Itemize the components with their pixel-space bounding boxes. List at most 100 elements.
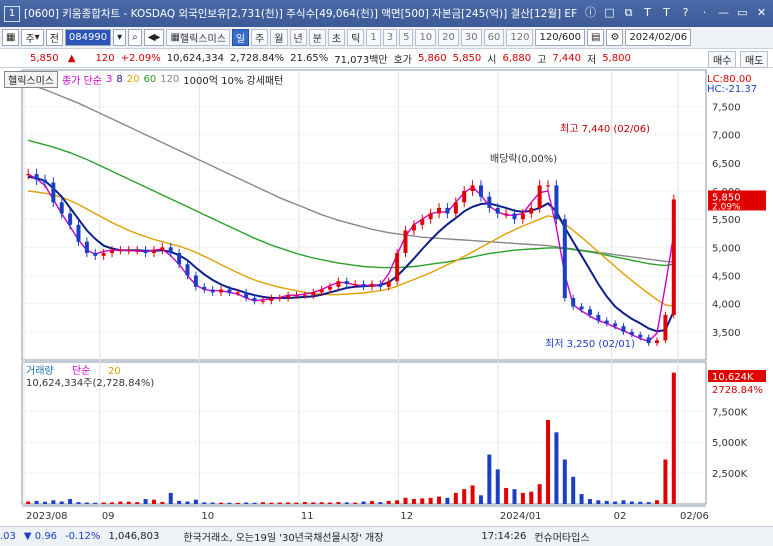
- candle-body: [554, 185, 559, 220]
- candle-body: [462, 191, 467, 203]
- grid-icon[interactable]: ▦: [2, 29, 20, 46]
- volume-bar: [546, 419, 551, 504]
- minimize-icon[interactable]: —: [716, 5, 731, 20]
- volume-legend-type: 단순: [72, 365, 90, 377]
- interval-1-button[interactable]: 1: [366, 29, 381, 46]
- app-number-badge[interactable]: 1: [4, 5, 20, 22]
- price-chart[interactable]: 3,5004,0004,5005,0005,5006,0006,5007,000…: [0, 68, 773, 526]
- interval-120-button[interactable]: 120: [506, 29, 534, 46]
- interval-60-button[interactable]: 60: [483, 29, 505, 46]
- candle-body: [395, 252, 400, 282]
- company-name: 컨슈머타입스: [534, 533, 590, 544]
- candle-body: [411, 224, 416, 231]
- legend-ma-120[interactable]: 120: [160, 74, 179, 85]
- legend-ma-3[interactable]: 3: [106, 74, 112, 85]
- candle-body: [185, 264, 190, 276]
- price-tick-label: 4,000: [712, 300, 741, 311]
- candle-body: [110, 250, 115, 253]
- x-tick-label: 10: [201, 511, 214, 522]
- ask-price-2: 5,850: [452, 52, 482, 64]
- volume-bar: [478, 495, 483, 504]
- volume-bar: [395, 500, 400, 504]
- candle-body: [571, 298, 576, 307]
- price-tick-label: 7,500: [712, 103, 741, 114]
- legend-ma-8[interactable]: 8: [116, 74, 122, 85]
- calendar-icon[interactable]: ▤: [587, 29, 605, 46]
- sell-button[interactable]: 매도: [740, 51, 769, 68]
- window-title: [0600] 키움종합차트 - KOSDAQ 외국인보유[2,731(천)] 주…: [24, 8, 578, 20]
- period-day-button[interactable]: 일: [231, 29, 250, 46]
- volume-bar: [629, 501, 634, 504]
- volume-bar: [227, 502, 232, 504]
- volume-bar: [562, 459, 567, 504]
- code-dropdown-icon[interactable]: ▾: [113, 29, 127, 46]
- screen-icon[interactable]: □: [602, 5, 617, 20]
- market-select[interactable]: 주 ▾: [21, 29, 44, 46]
- font-icon[interactable]: T: [659, 5, 674, 20]
- candle-body: [378, 283, 383, 287]
- hc-label: HC:-21.37: [707, 84, 757, 95]
- window-controls: ⓘ □ ⧉ T T ? · — ▭ ✕: [583, 5, 769, 20]
- legend-ma-60[interactable]: 60: [143, 74, 156, 85]
- price-change-pct: +2.09%: [120, 52, 161, 64]
- volume-bar: [110, 502, 115, 504]
- interval-3-button[interactable]: 3: [382, 29, 398, 46]
- text-icon[interactable]: T: [640, 5, 655, 20]
- volume-current-pct: 2728.84%: [712, 385, 763, 396]
- volume-bar: [663, 459, 668, 504]
- stock-code-input[interactable]: 084990: [64, 29, 112, 46]
- candle-body: [529, 207, 534, 214]
- news-ticker[interactable]: 한국거래소, 오는19일 '30년국채선물시장' 개장: [183, 529, 383, 544]
- settings-icon[interactable]: ⚙: [606, 29, 624, 46]
- period-tick-button[interactable]: 틱: [347, 29, 365, 46]
- volume-bar: [26, 501, 31, 504]
- interval-30-button[interactable]: 30: [460, 29, 482, 46]
- search-icon[interactable]: ⌕: [128, 29, 142, 46]
- date-input[interactable]: 2024/02/06: [625, 29, 692, 46]
- close-icon[interactable]: ✕: [754, 5, 769, 20]
- price-change: 120: [95, 52, 115, 64]
- candle-body: [151, 250, 156, 253]
- legend-ma-20[interactable]: 20: [127, 74, 140, 85]
- volume-bar: [403, 497, 408, 504]
- volume-bar: [613, 501, 618, 504]
- help-icon[interactable]: ?: [678, 5, 693, 20]
- interval-5-button[interactable]: 5: [399, 29, 414, 46]
- legend-extra[interactable]: 1000억 10% 강세패턴: [183, 72, 283, 87]
- volume-bar: [311, 502, 316, 504]
- period-minute-button[interactable]: 분: [308, 29, 326, 46]
- status-bar: .03 ▼ 0.96 -0.12% 1,046,803 한국거래소, 오는19일…: [0, 526, 773, 546]
- candle-body: [260, 300, 265, 302]
- volume-bar: [336, 502, 341, 504]
- pin-icon[interactable]: ·: [697, 5, 712, 20]
- info-icon[interactable]: ⓘ: [583, 5, 598, 20]
- period-month-button[interactable]: 월: [270, 29, 288, 46]
- volume-bar: [319, 502, 324, 504]
- link-icon[interactable]: ⧉: [621, 5, 636, 20]
- stock-name-field[interactable]: ▦ 헬릭스미스: [166, 29, 230, 46]
- interval-10-button[interactable]: 10: [415, 29, 437, 46]
- legend-stock-name[interactable]: 헬릭스미스: [4, 71, 58, 88]
- volume-bar: [68, 499, 73, 504]
- candle-body: [93, 252, 98, 256]
- period-week-button[interactable]: 주: [251, 29, 269, 46]
- volume-bar: [294, 502, 299, 504]
- period-year-button[interactable]: 년: [289, 29, 307, 46]
- maximize-icon[interactable]: ▭: [735, 5, 750, 20]
- period-second-button[interactable]: 초: [327, 29, 346, 46]
- volume-bar: [252, 502, 257, 504]
- volume-bar: [655, 500, 660, 504]
- price-tick-label: 5,500: [712, 215, 741, 226]
- high-annotation: 최고 7,440 (02/06): [560, 123, 650, 135]
- buy-button[interactable]: 매수: [708, 51, 737, 68]
- prev-button[interactable]: 전: [45, 29, 63, 46]
- interval-20-button[interactable]: 20: [438, 29, 459, 46]
- candle-body: [604, 320, 609, 324]
- count-input[interactable]: 120/600: [535, 29, 586, 46]
- legend-ma-label[interactable]: 종가 단순: [62, 72, 102, 87]
- volume-bar: [504, 487, 509, 504]
- volume-bar: [59, 501, 64, 504]
- sound-icon[interactable]: ◀▸: [143, 29, 165, 46]
- candle-body: [160, 247, 165, 251]
- candle-body: [353, 283, 358, 285]
